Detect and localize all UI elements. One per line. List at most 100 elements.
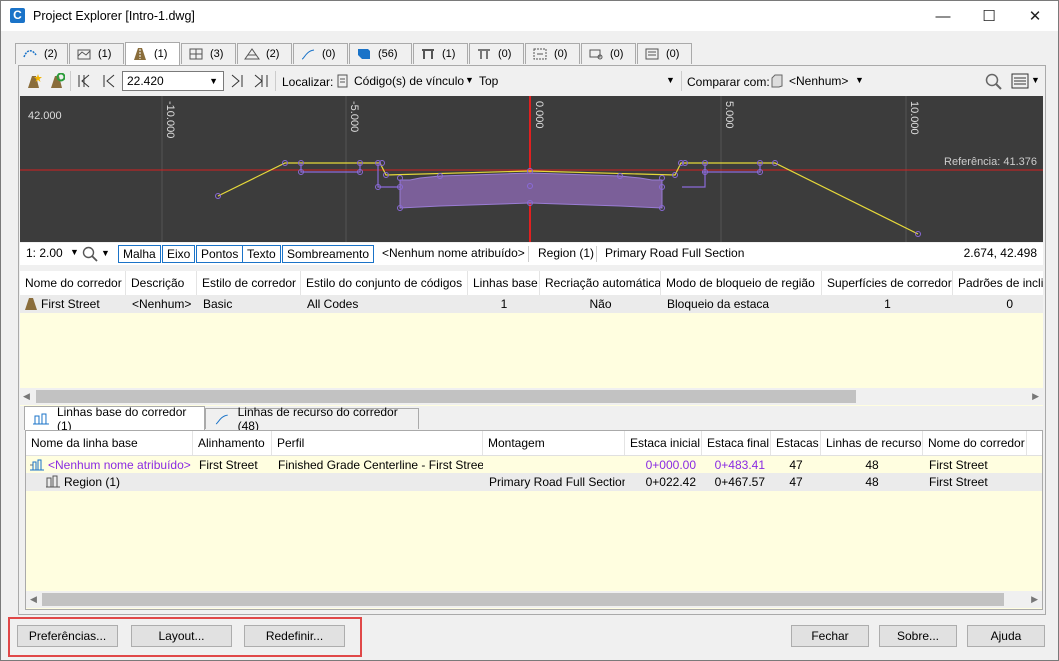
column-header[interactable]: Nome do corredor [923,431,1027,455]
profile-view-icon [77,49,91,60]
view-options-icon [1011,73,1029,89]
new-corridor-icon[interactable] [26,73,42,89]
tab-assemblies[interactable]: (3) [181,43,236,64]
cell-code-set-style: All Codes [307,297,359,311]
scroll-left-icon[interactable]: ◀ [30,594,37,605]
localizar-dropdown[interactable]: Código(s) de vínculo ▼ [337,72,475,90]
chevron-down-icon: ▼ [209,76,218,86]
tab-parcels[interactable]: (0) [581,43,636,64]
app-icon: C [10,8,25,23]
column-header[interactable]: Linhas base [468,271,540,295]
column-header[interactable]: Modo de bloqueio de região [661,271,822,295]
column-header[interactable]: Estilo do conjunto de códigos [301,271,468,295]
section-viewer[interactable]: 42.000 -10.000 -5.000 0.000 5.000 10.000… [20,96,1043,242]
cell-stations: 47 [789,458,803,472]
pressure-network-icon [478,49,490,59]
cell-corridor-style: Basic [203,297,233,311]
column-header[interactable]: Descrição [126,271,197,295]
corridor-grid: Nome do corredor Descrição Estilo de cor… [20,271,1043,406]
cell-surfaces: 1 [884,297,891,311]
column-header[interactable]: Padrões de inclin [953,271,1043,295]
toggle-sombreamento[interactable]: Sombreamento [282,245,375,263]
table-row[interactable]: <Nenhum nome atribuído> First Street Fin… [26,456,1042,474]
close-button[interactable]: ✕ [1012,1,1058,31]
tab-alignments[interactable]: (2) [15,43,68,64]
cell-baselines: 1 [500,297,508,311]
toggle-texto[interactable]: Texto [242,245,281,263]
column-header[interactable]: Estacas [771,431,821,455]
search-icon[interactable] [985,73,1002,90]
maximize-button[interactable]: ☐ [966,1,1012,31]
view-options-button[interactable]: ▼ [1011,72,1040,90]
table-row[interactable]: Region (1) Primary Road Full Section 0+0… [26,473,1042,491]
about-button[interactable]: Sobre... [879,625,957,647]
scrollbar-thumb[interactable] [42,593,1004,606]
column-header[interactable]: Estaca inicial [625,431,702,455]
tab-surfaces[interactable]: (2) [237,43,292,64]
table-row[interactable]: First Street <Nenhum> Basic All Codes 1 … [20,295,1043,313]
column-header[interactable]: Recriação automática [540,271,661,295]
column-header[interactable]: Estilo de corredor [197,271,301,295]
section-toolbar: 22.420 ▼ Localizar: Código(s) de vínculo… [19,66,1045,96]
tab-feature-lines[interactable]: (0) [293,43,348,64]
next-station-icon[interactable] [229,74,245,88]
scroll-left-icon[interactable]: ◀ [23,391,30,402]
tab-sample-lines[interactable]: (0) [525,43,580,64]
column-header[interactable]: Linhas de recurso [821,431,923,455]
tab-count: (3) [210,48,224,60]
previous-station-icon[interactable] [101,74,117,88]
cell-end-station: 0+467.57 [714,475,765,489]
toggle-malha[interactable]: Malha [118,245,161,263]
tab-pipe-networks[interactable]: (1) [413,43,468,64]
cell-assembly [489,456,625,474]
baseline-tabs: Linhas base do corredor (1) Linhas de re… [19,405,1043,433]
column-header[interactable]: Nome da linha base [26,431,193,455]
first-station-icon[interactable] [77,74,93,88]
top-dropdown[interactable]: Top ▼ [479,72,675,90]
zoom-icon [82,246,98,262]
zoom-button[interactable]: ▼ [82,245,112,263]
column-header[interactable]: Perfil [272,431,483,455]
column-header[interactable]: Estaca final [702,431,771,455]
horizontal-scrollbar[interactable]: ◀ ▶ [26,591,1042,608]
toggle-eixo[interactable]: Eixo [162,245,196,263]
tab-profile-views[interactable]: (1) [69,43,124,64]
baseline-icon [33,413,49,424]
tab-corridor-feature-lines[interactable]: Linhas de recurso do corredor (48) [205,405,419,433]
tab-intersections[interactable]: (0) [637,43,692,64]
surface-shape-icon [771,74,783,88]
corridor-grid-header: Nome do corredor Descrição Estilo de cor… [20,271,1043,296]
tab-count: (2) [266,48,280,60]
scrollbar-thumb[interactable] [36,390,856,403]
scale-dropdown[interactable]: 1: 2.00 ▼ [26,246,79,262]
cell-stations: 47 [789,475,803,489]
column-header[interactable]: Alinhamento [193,431,272,455]
rebuild-corridor-icon[interactable] [49,73,65,89]
scroll-right-icon[interactable]: ▶ [1031,594,1038,605]
scroll-right-icon[interactable]: ▶ [1032,391,1039,402]
comparar-dropdown[interactable]: <Nenhum> ▼ [770,72,865,90]
tick-label: 10.000 [908,101,920,135]
help-button[interactable]: Ajuda [967,625,1045,647]
toggle-pontos[interactable]: Pontos [196,245,244,263]
last-station-icon[interactable] [253,74,269,88]
comparar-value: <Nenhum> [789,74,849,88]
column-header[interactable]: Montagem [483,431,625,455]
tab-count: (0) [666,48,680,60]
column-header[interactable]: Nome do corredor [20,271,126,295]
station-select[interactable]: 22.420 ▼ [122,71,224,91]
minimize-button[interactable]: — [920,1,966,31]
tab-corridors[interactable]: (1) [125,42,180,65]
close-dialog-button[interactable]: Fechar [791,625,869,647]
cell-corridor-name: First Street [41,297,100,311]
intersection-icon [645,48,659,60]
tab-pressure-networks[interactable]: (0) [469,43,524,64]
baseline-name: <Nenhum nome atribuído> [382,246,525,260]
top-value: Top [479,74,499,88]
horizontal-scrollbar[interactable]: ◀ ▶ [20,388,1043,405]
tab-points[interactable]: (56) [349,43,412,64]
region-icon [46,475,60,488]
tab-corridor-baselines[interactable]: Linhas base do corredor (1) [24,405,205,433]
column-header[interactable]: Superfícies de corredor [822,271,953,295]
cell-corridor-name: First Street [929,458,988,472]
